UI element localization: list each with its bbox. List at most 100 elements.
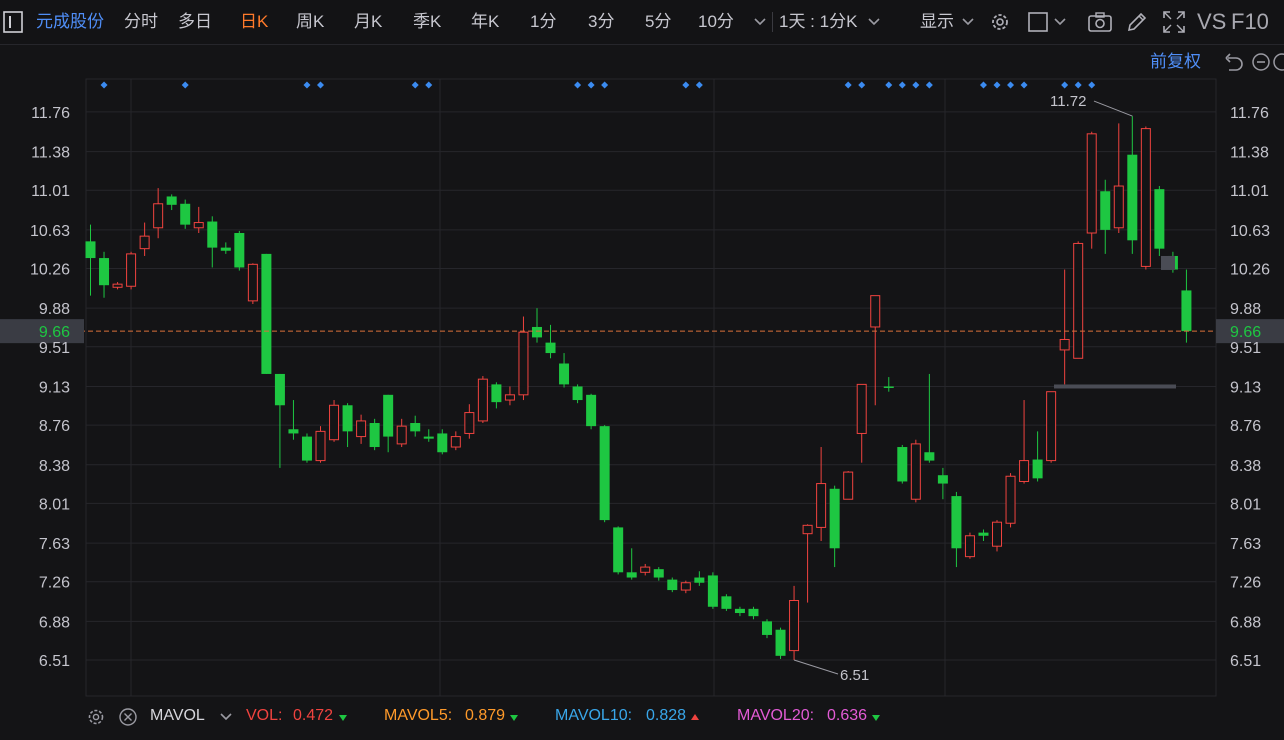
y-tick-label-right: 8.01 — [1230, 496, 1261, 513]
candle-body — [531, 326, 542, 338]
candlestick[interactable] — [1073, 241, 1084, 359]
tab-multi-day[interactable]: 多日 — [178, 0, 212, 44]
f10-button[interactable]: F10 — [1231, 0, 1269, 44]
candlestick[interactable] — [613, 526, 624, 575]
y-tick-label-left: 8.76 — [39, 418, 70, 435]
fullscreen-icon[interactable] — [1160, 0, 1188, 44]
y-tick-label-right: 6.88 — [1230, 614, 1261, 631]
candle-body — [694, 577, 705, 583]
tab-1min[interactable]: 1分 — [530, 0, 556, 44]
multi-period-selector[interactable]: 1天 : 1分K — [779, 0, 857, 44]
camera-icon[interactable] — [1086, 0, 1114, 44]
adjust-mode-button[interactable]: 前复权 — [1150, 52, 1201, 71]
candlestick[interactable] — [964, 532, 975, 559]
chevron-down-icon[interactable] — [1052, 0, 1068, 44]
candle-body — [897, 447, 908, 482]
tab-weekly-k[interactable]: 周K — [296, 0, 324, 44]
y-tick-label-right: 8.76 — [1230, 418, 1261, 435]
close-icon[interactable] — [118, 707, 138, 727]
trend-down-icon — [510, 715, 518, 721]
mavol20-label: MAVOL20: — [737, 707, 815, 724]
candle-body — [329, 404, 340, 441]
candlestick[interactable] — [369, 418, 380, 451]
candle-body — [518, 331, 529, 396]
tab-quarterly-k[interactable]: 季K — [413, 0, 441, 44]
candlestick[interactable] — [126, 251, 137, 290]
candlestick[interactable] — [234, 230, 245, 271]
candle-body — [342, 405, 353, 432]
candle-body — [856, 383, 867, 434]
tab-3min[interactable]: 3分 — [588, 0, 614, 44]
candlestick[interactable] — [897, 444, 908, 484]
candlestick[interactable] — [667, 577, 678, 593]
candle-body — [721, 596, 732, 609]
stock-name[interactable]: 元成股份 — [36, 0, 104, 44]
tab-timeshare[interactable]: 分时 — [124, 0, 158, 44]
candlestick[interactable] — [261, 253, 272, 374]
candle-body — [910, 443, 921, 500]
interval-dropdown[interactable]: 10分 — [698, 0, 734, 44]
candle-body — [762, 621, 772, 635]
candle-body — [964, 535, 975, 558]
candle-body — [1154, 189, 1165, 249]
gear-icon[interactable] — [86, 707, 106, 727]
chevron-down-icon[interactable] — [752, 0, 768, 44]
candlestick[interactable] — [775, 627, 786, 659]
candle-body — [234, 233, 245, 268]
candle-body — [870, 295, 881, 328]
candlestick[interactable] — [1154, 186, 1165, 256]
candlestick[interactable] — [721, 594, 732, 611]
tab-yearly-k[interactable]: 年K — [471, 0, 499, 44]
chevron-down-icon[interactable] — [220, 713, 232, 721]
candlestick[interactable] — [1046, 391, 1057, 463]
candle-body — [775, 629, 786, 656]
candlestick[interactable] — [180, 199, 191, 229]
gear-icon[interactable] — [986, 0, 1014, 44]
gap-marker — [1161, 255, 1175, 270]
candle-body — [112, 283, 123, 288]
sidebar-toggle-icon[interactable] — [2, 0, 24, 44]
y-tick-label-right: 8.38 — [1230, 458, 1261, 475]
candlestick[interactable] — [247, 263, 258, 304]
kline-chart[interactable]: 9.66 9.66 11.72 6.51 6.51 6.88 7.26 7.63 8.01 8.… — [0, 45, 1284, 700]
candlestick[interactable] — [586, 393, 597, 430]
tab-monthly-k[interactable]: 月K — [354, 0, 382, 44]
candlestick[interactable] — [1086, 131, 1097, 249]
candlestick[interactable] — [315, 426, 326, 463]
candlestick[interactable] — [910, 439, 921, 503]
candle-body — [383, 394, 394, 437]
pencil-icon[interactable] — [1124, 0, 1150, 44]
candlestick[interactable] — [707, 572, 718, 609]
display-menu[interactable]: 显示 — [920, 0, 954, 44]
candlestick[interactable] — [329, 400, 340, 442]
candlestick[interactable] — [301, 433, 312, 463]
candle-body — [586, 394, 597, 427]
candle-body — [748, 608, 759, 617]
tab-5min[interactable]: 5分 — [645, 0, 671, 44]
candle-body — [559, 363, 570, 385]
y-tick-label-left: 10.26 — [30, 262, 70, 279]
candle-body — [193, 222, 204, 229]
candle-body — [410, 423, 421, 432]
candle-body — [247, 263, 258, 302]
vs-compare-button[interactable]: VS — [1197, 0, 1226, 44]
candle-body — [207, 221, 218, 248]
candlestick[interactable] — [843, 471, 854, 500]
chevron-down-icon[interactable] — [866, 0, 882, 44]
y-tick-label-left: 6.88 — [39, 614, 70, 631]
indicator-name[interactable]: MAVOL — [150, 707, 205, 725]
candlestick[interactable] — [1140, 126, 1151, 270]
candlestick[interactable] — [599, 425, 610, 523]
y-tick-label-right: 11.38 — [1230, 145, 1269, 162]
candle-body — [126, 253, 137, 287]
candle-body — [356, 420, 367, 438]
tab-daily-k[interactable]: 日K — [240, 0, 268, 44]
top-toolbar: 元成股份 分时 多日 日K 周K 月K 季K 年K 1分 3分 5分 10分 1… — [0, 0, 1284, 45]
candle-body — [1086, 133, 1097, 234]
candlestick[interactable] — [477, 376, 488, 424]
layout-box-icon[interactable] — [1026, 0, 1050, 44]
candle-body — [829, 488, 840, 549]
chevron-down-icon[interactable] — [960, 0, 976, 44]
candlestick[interactable] — [1005, 473, 1016, 528]
candle-body — [396, 425, 407, 445]
